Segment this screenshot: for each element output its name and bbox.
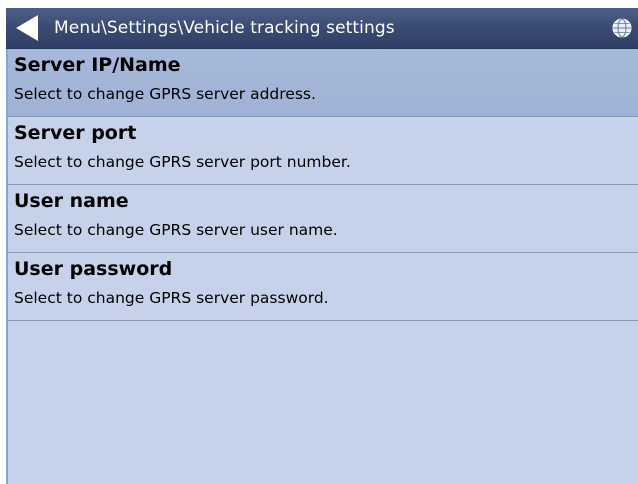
title-bar: Menu\Settings\Vehicle tracking settings [6, 8, 638, 49]
setting-item-server-port[interactable]: Server port Select to change GPRS server… [6, 117, 638, 185]
back-button[interactable] [10, 12, 44, 44]
globe-button[interactable] [612, 18, 632, 38]
settings-list: Server IP/Name Select to change GPRS ser… [6, 49, 638, 321]
setting-item-label: Server IP/Name [14, 54, 181, 76]
setting-item-description: Select to change GPRS server password. [14, 289, 329, 307]
setting-item-server-ip[interactable]: Server IP/Name Select to change GPRS ser… [6, 49, 638, 117]
setting-item-label: Server port [14, 122, 137, 144]
setting-item-description: Select to change GPRS server address. [14, 85, 316, 103]
app-screen: Menu\Settings\Vehicle tracking settings … [6, 8, 638, 484]
globe-icon [612, 18, 632, 38]
setting-item-user-password[interactable]: User password Select to change GPRS serv… [6, 253, 638, 321]
setting-item-label: User name [14, 190, 129, 212]
setting-item-description: Select to change GPRS server user name. [14, 221, 338, 239]
breadcrumb-title: Menu\Settings\Vehicle tracking settings [54, 18, 395, 38]
setting-item-label: User password [14, 258, 173, 280]
back-arrow-icon [16, 15, 38, 41]
setting-item-description: Select to change GPRS server port number… [14, 153, 351, 171]
left-edge-accent [6, 49, 8, 484]
setting-item-user-name[interactable]: User name Select to change GPRS server u… [6, 185, 638, 253]
